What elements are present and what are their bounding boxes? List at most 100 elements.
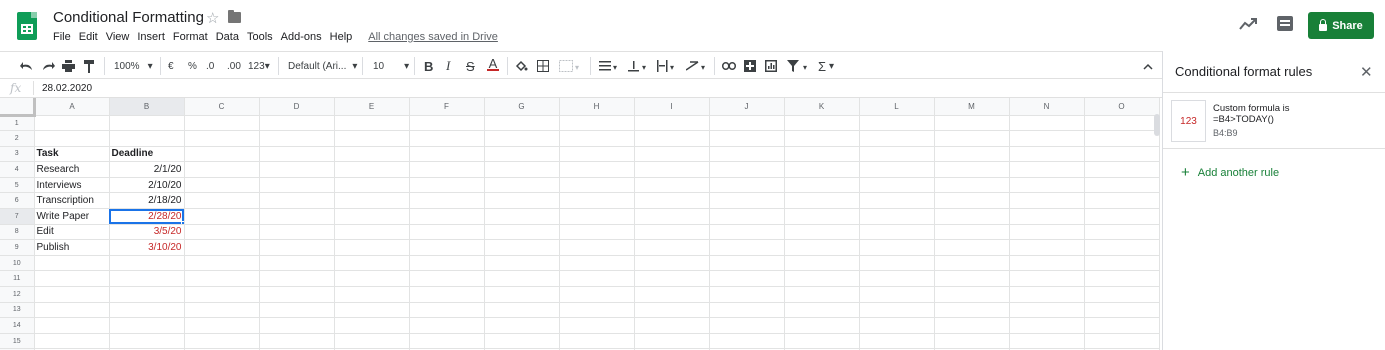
cell-k15[interactable]: [784, 333, 860, 350]
cell-k8[interactable]: [784, 224, 860, 241]
cell-j5[interactable]: [709, 177, 785, 194]
cell-f8[interactable]: [409, 224, 485, 241]
cell-j14[interactable]: [709, 317, 785, 334]
column-header-a[interactable]: A: [34, 98, 110, 116]
cell-m7[interactable]: [934, 208, 1010, 225]
cell-b14[interactable]: [109, 317, 185, 334]
cell-i1[interactable]: [634, 115, 710, 132]
cell-l3[interactable]: [859, 146, 935, 163]
italic-button[interactable]: I: [446, 58, 450, 74]
cell-e7[interactable]: [334, 208, 410, 225]
column-header-d[interactable]: D: [259, 98, 335, 116]
cell-d11[interactable]: [259, 270, 335, 288]
cell-m6[interactable]: [934, 192, 1010, 210]
cell-h9[interactable]: [559, 239, 635, 256]
cell-g10[interactable]: [484, 255, 560, 272]
cell-b12[interactable]: [109, 286, 185, 303]
sheet-grid[interactable]: A B C D E F G H I J K L M N O 1 2 3 Task Deadline 4 Research 2…: [0, 98, 1162, 350]
cell-l11[interactable]: [859, 270, 935, 288]
paint-format-icon[interactable]: [84, 58, 95, 74]
cell-c13[interactable]: [184, 302, 260, 319]
cell-b2[interactable]: [109, 130, 185, 147]
column-header-h[interactable]: H: [559, 98, 635, 116]
functions-button[interactable]: Σ ▾: [818, 58, 834, 74]
cell-n8[interactable]: [1009, 224, 1085, 241]
cell-h5[interactable]: [559, 177, 635, 194]
cell-m13[interactable]: [934, 302, 1010, 319]
cell-g6[interactable]: [484, 192, 560, 210]
cell-e12[interactable]: [334, 286, 410, 303]
row-header[interactable]: 2: [0, 130, 35, 147]
cell-a14[interactable]: [34, 317, 110, 334]
cell-j2[interactable]: [709, 130, 785, 147]
cell-f4[interactable]: [409, 161, 485, 178]
menu-format[interactable]: Format: [173, 31, 208, 43]
undo-icon[interactable]: [20, 58, 34, 74]
row-header[interactable]: 12: [0, 286, 35, 303]
menu-help[interactable]: Help: [330, 31, 353, 43]
more-formats-button[interactable]: 123 ▾: [248, 58, 270, 74]
cell-n9[interactable]: [1009, 239, 1085, 256]
cell-b1[interactable]: [109, 115, 185, 132]
trending-up-icon[interactable]: [1238, 14, 1258, 34]
cell-o9[interactable]: [1084, 239, 1160, 256]
cell-i2[interactable]: [634, 130, 710, 147]
cell-g8[interactable]: [484, 224, 560, 241]
cell-h15[interactable]: [559, 333, 635, 350]
cell-h12[interactable]: [559, 286, 635, 303]
cell-i4[interactable]: [634, 161, 710, 178]
cell-k10[interactable]: [784, 255, 860, 272]
cell-o11[interactable]: [1084, 270, 1160, 288]
cell-b11[interactable]: [109, 270, 185, 288]
vertical-scrollbar[interactable]: [1154, 114, 1160, 136]
cell-n6[interactable]: [1009, 192, 1085, 210]
cell-b8[interactable]: 3/5/20: [109, 224, 185, 241]
cell-h6[interactable]: [559, 192, 635, 210]
cell-e8[interactable]: [334, 224, 410, 241]
redo-icon[interactable]: [41, 58, 55, 74]
cell-b5[interactable]: 2/10/20: [109, 177, 185, 194]
row-header[interactable]: 8: [0, 224, 35, 241]
cell-k2[interactable]: [784, 130, 860, 147]
filter-icon[interactable]: ▾: [787, 58, 811, 74]
strikethrough-button[interactable]: S: [466, 58, 475, 74]
cell-f6[interactable]: [409, 192, 485, 210]
text-color-button[interactable]: A: [487, 56, 499, 72]
cell-d4[interactable]: [259, 161, 335, 178]
cell-h8[interactable]: [559, 224, 635, 241]
menu-insert[interactable]: Insert: [137, 31, 165, 43]
menu-data[interactable]: Data: [216, 31, 239, 43]
cell-e1[interactable]: [334, 115, 410, 132]
cell-e3[interactable]: [334, 146, 410, 163]
cell-m2[interactable]: [934, 130, 1010, 147]
cell-b3[interactable]: Deadline: [109, 146, 185, 163]
cell-c12[interactable]: [184, 286, 260, 303]
cell-k7[interactable]: [784, 208, 860, 225]
cell-k4[interactable]: [784, 161, 860, 178]
cell-m12[interactable]: [934, 286, 1010, 303]
cell-a11[interactable]: [34, 270, 110, 288]
share-button[interactable]: Share: [1308, 12, 1374, 39]
cell-a3[interactable]: Task: [34, 146, 110, 163]
cell-d14[interactable]: [259, 317, 335, 334]
cell-c8[interactable]: [184, 224, 260, 241]
cell-j11[interactable]: [709, 270, 785, 288]
cell-g7[interactable]: [484, 208, 560, 225]
cell-m11[interactable]: [934, 270, 1010, 288]
column-header-k[interactable]: K: [784, 98, 860, 116]
cell-k3[interactable]: [784, 146, 860, 163]
formula-input[interactable]: 28.02.2020: [42, 83, 92, 94]
cell-c14[interactable]: [184, 317, 260, 334]
cell-d6[interactable]: [259, 192, 335, 210]
cell-l7[interactable]: [859, 208, 935, 225]
cell-i9[interactable]: [634, 239, 710, 256]
cell-e6[interactable]: [334, 192, 410, 210]
cell-i11[interactable]: [634, 270, 710, 288]
cell-d12[interactable]: [259, 286, 335, 303]
vertical-align-icon[interactable]: ▾: [628, 58, 650, 74]
cell-m3[interactable]: [934, 146, 1010, 163]
bold-button[interactable]: B: [424, 58, 433, 74]
cell-m4[interactable]: [934, 161, 1010, 178]
row-header[interactable]: 15: [0, 333, 35, 350]
cell-l14[interactable]: [859, 317, 935, 334]
